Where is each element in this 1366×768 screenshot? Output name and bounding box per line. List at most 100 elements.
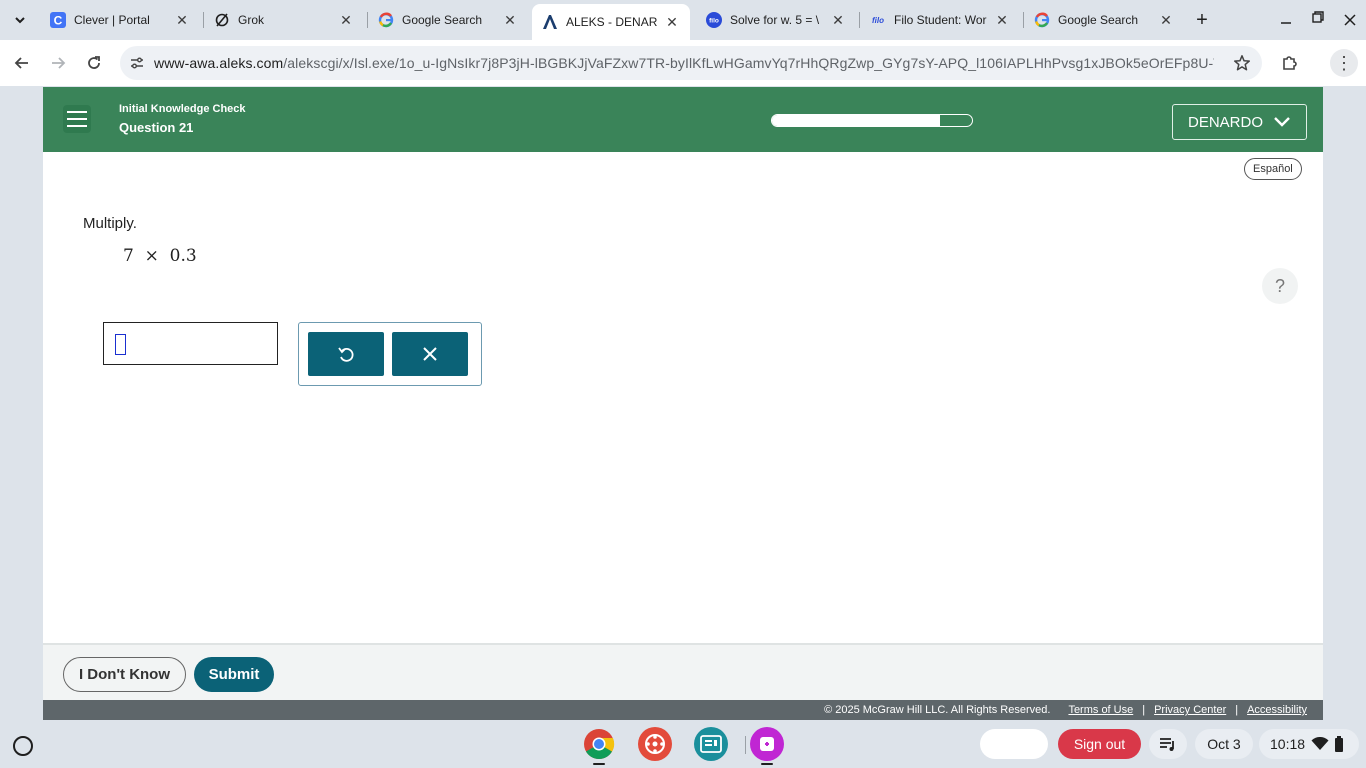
- close-icon: [1344, 14, 1356, 26]
- close-icon[interactable]: ✕: [830, 12, 846, 28]
- google-icon: [378, 12, 394, 28]
- window-close-button[interactable]: [1336, 6, 1364, 34]
- clear-button[interactable]: [392, 332, 468, 376]
- running-indicator: [593, 763, 605, 765]
- close-icon[interactable]: ✕: [1158, 12, 1174, 28]
- language-toggle-button[interactable]: Español: [1244, 158, 1302, 180]
- math-expression: 7 × 0.3: [123, 246, 197, 266]
- tab-clever[interactable]: C Clever | Portal ✕: [40, 4, 200, 36]
- reload-button[interactable]: [80, 49, 108, 77]
- close-icon[interactable]: ✕: [338, 12, 354, 28]
- chrome-icon[interactable]: [582, 727, 616, 761]
- tab-title: ALEKS - DENARDO: [566, 15, 658, 29]
- restore-button[interactable]: [1304, 3, 1332, 31]
- minimize-button[interactable]: [1272, 6, 1300, 34]
- tab-grok[interactable]: Grok ✕: [204, 4, 364, 36]
- arrow-right-icon: [52, 57, 66, 69]
- plus-icon: +: [1196, 8, 1208, 31]
- undo-button[interactable]: [308, 332, 384, 376]
- filo-icon: filo: [706, 12, 722, 28]
- launcher-button[interactable]: [13, 736, 33, 756]
- canvas-icon[interactable]: [638, 727, 672, 761]
- divider: |: [1235, 704, 1239, 716]
- menu-button[interactable]: [63, 105, 91, 133]
- url-text: www-awa.aleks.com/alekscgi/x/Isl.exe/1o_…: [154, 55, 1214, 71]
- site-settings-icon[interactable]: [120, 55, 154, 71]
- tab-title: Solve for w. 5 = \: [730, 13, 820, 27]
- arrow-left-icon: [14, 57, 28, 69]
- copyright-text: © 2025 McGraw Hill LLC. All Rights Reser…: [824, 704, 1051, 716]
- forward-button[interactable]: [44, 49, 72, 77]
- clever-icon: C: [50, 12, 66, 28]
- holding-space-tray[interactable]: [980, 729, 1048, 759]
- help-button[interactable]: ?: [1262, 268, 1298, 304]
- svg-text:filo: filo: [709, 18, 719, 25]
- hamburger-icon-line: [67, 118, 87, 120]
- status-area[interactable]: 10:18: [1259, 729, 1359, 759]
- input-cursor: [115, 334, 126, 355]
- sign-out-button[interactable]: Sign out: [1058, 729, 1141, 759]
- tab-title: Grok: [238, 13, 265, 27]
- divider: |: [1142, 704, 1146, 716]
- battery-icon: [1335, 736, 1344, 752]
- playlist-button[interactable]: [1149, 729, 1187, 759]
- answer-toolbox: [298, 322, 482, 386]
- filo-text-icon: filo: [870, 12, 886, 28]
- grok-icon: [214, 12, 230, 28]
- undo-icon: [338, 347, 354, 362]
- date-indicator[interactable]: Oct 3: [1195, 729, 1253, 759]
- classroom-icon[interactable]: [694, 727, 728, 761]
- progress-bar: [771, 114, 973, 127]
- more-vert-icon: ⋮: [1335, 52, 1353, 73]
- os-shelf: Sign out Oct 3 10:18: [0, 720, 1366, 768]
- hamburger-icon-line: [67, 111, 87, 113]
- terms-link[interactable]: Terms of Use: [1068, 704, 1133, 716]
- more-menu-button[interactable]: ⋮: [1330, 49, 1358, 77]
- playlist-icon: [1160, 738, 1174, 751]
- action-bar: I Don't Know Submit: [43, 643, 1323, 700]
- tab-google-search[interactable]: Google Search ✕: [368, 4, 528, 36]
- clock-time: 10:18: [1270, 736, 1306, 752]
- hamburger-icon-line: [67, 125, 87, 127]
- close-icon[interactable]: ✕: [174, 12, 190, 28]
- answer-input[interactable]: [103, 322, 278, 365]
- browser-toolbar: www-awa.aleks.com/alekscgi/x/Isl.exe/1o_…: [0, 40, 1366, 86]
- address-bar[interactable]: www-awa.aleks.com/alekscgi/x/Isl.exe/1o_…: [120, 46, 1262, 80]
- question-number: Question 21: [119, 120, 194, 135]
- user-name: DENARDO: [1188, 113, 1264, 131]
- assessment-title: Initial Knowledge Check: [119, 103, 246, 115]
- aleks-page: Initial Knowledge Check Question 21 DENA…: [43, 87, 1323, 720]
- tab-aleks[interactable]: ALEKS - DENARDO ✕: [532, 4, 690, 40]
- extensions-icon[interactable]: [1278, 51, 1302, 75]
- tab-title: Google Search: [1058, 13, 1139, 27]
- url-path: /alekscgi/x/Isl.exe/1o_u-IgNsIkr7j8P3jH-…: [283, 55, 1214, 71]
- screencast-icon[interactable]: [750, 727, 784, 761]
- aleks-header: Initial Knowledge Check Question 21 DENA…: [43, 87, 1323, 152]
- star-icon[interactable]: [1232, 53, 1252, 73]
- privacy-link[interactable]: Privacy Center: [1154, 704, 1226, 716]
- accessibility-link[interactable]: Accessibility: [1247, 704, 1307, 716]
- i-dont-know-button[interactable]: I Don't Know: [63, 657, 186, 692]
- svg-text:C: C: [54, 14, 63, 28]
- running-indicator: [761, 763, 773, 765]
- close-icon[interactable]: ✕: [664, 14, 680, 30]
- tab-filo-student[interactable]: filo Filo Student: Wor ✕: [860, 4, 1020, 36]
- submit-button[interactable]: Submit: [194, 657, 274, 692]
- tab-filo-solve[interactable]: filo Solve for w. 5 = \ ✕: [696, 4, 856, 36]
- tab-title: Filo Student: Wor: [894, 13, 987, 27]
- google-icon: [1034, 12, 1050, 28]
- tab-search-button[interactable]: [6, 6, 34, 34]
- close-icon[interactable]: ✕: [502, 12, 518, 28]
- tab-google-search-2[interactable]: Google Search ✕: [1024, 4, 1184, 36]
- close-icon: [423, 347, 437, 361]
- close-icon[interactable]: ✕: [994, 12, 1010, 28]
- minimize-icon: [1281, 22, 1291, 24]
- aleks-icon: [542, 14, 558, 30]
- question-prompt: Multiply.: [83, 215, 137, 232]
- chevron-down-icon: [1273, 116, 1291, 128]
- new-tab-button[interactable]: +: [1190, 8, 1214, 32]
- progress-fill: [772, 115, 940, 126]
- back-button[interactable]: [8, 49, 36, 77]
- shelf-divider: [745, 736, 746, 754]
- user-menu-button[interactable]: DENARDO: [1172, 104, 1307, 140]
